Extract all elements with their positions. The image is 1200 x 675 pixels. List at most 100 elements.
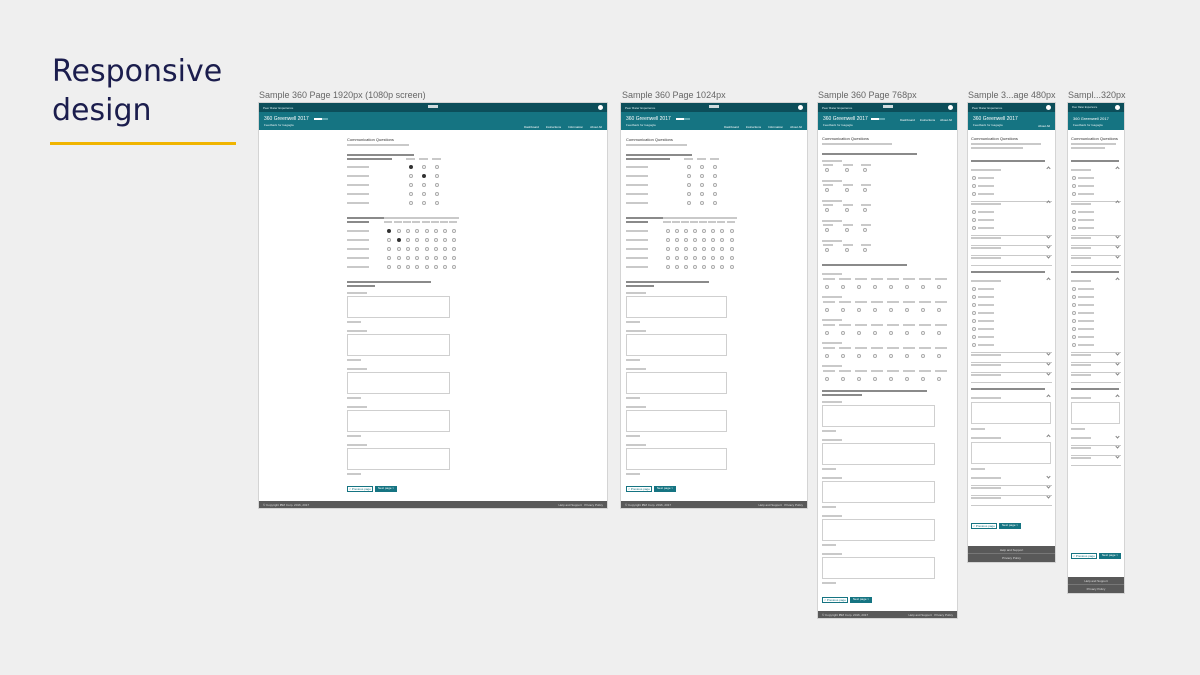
radio-button[interactable] [712,201,717,205]
radio-button[interactable] [825,331,829,335]
radio-button[interactable] [937,285,941,289]
radio-button[interactable] [873,308,877,312]
feedback-textarea[interactable] [822,443,935,465]
radio-button[interactable] [972,319,976,323]
radio-button[interactable] [825,308,829,312]
chevron-down-icon[interactable] [1046,234,1051,239]
nav-instructions[interactable]: Instructions [920,118,935,122]
radio-button[interactable] [972,176,976,180]
radio-button[interactable] [674,265,679,269]
radio-button[interactable] [1072,287,1076,291]
radio-button[interactable] [435,192,440,196]
radio-button[interactable] [825,228,829,232]
radio-button[interactable] [845,168,849,172]
avatar-icon[interactable] [798,105,803,110]
footer-privacy-link[interactable]: Privacy Policy [784,503,803,507]
radio-button[interactable] [692,247,697,251]
radio-button[interactable] [452,265,457,269]
feedback-textarea[interactable] [347,448,451,470]
radio-button[interactable] [905,354,909,358]
radio-button[interactable] [396,256,401,260]
radio-button[interactable] [972,343,976,347]
nav-about[interactable]: About All [790,125,802,129]
radio-button[interactable] [889,354,893,358]
radio-button[interactable] [921,308,925,312]
radio-button[interactable] [433,265,438,269]
nav-instructions[interactable]: Instructions [546,125,561,129]
radio-button[interactable] [665,256,670,260]
radio-button[interactable] [972,327,976,331]
chevron-down-icon[interactable] [1115,244,1120,249]
nav-instructions[interactable]: Instructions [746,125,761,129]
radio-button[interactable] [921,377,925,381]
radio-button[interactable] [699,183,704,187]
radio-button[interactable] [702,265,707,269]
radio-button[interactable] [845,188,849,192]
chevron-down-icon[interactable] [1046,361,1051,366]
radio-button[interactable] [1072,226,1076,230]
next-page-button[interactable]: Next page > [999,523,1021,529]
radio-button[interactable] [443,256,448,260]
radio-button[interactable] [387,265,392,269]
feedback-textarea[interactable] [626,372,728,394]
radio-button[interactable] [674,238,679,242]
radio-button[interactable] [415,247,420,251]
radio-button[interactable] [396,247,401,251]
radio-button[interactable] [686,165,691,169]
radio-button[interactable] [841,285,845,289]
feedback-textarea[interactable] [347,334,451,356]
feedback-textarea[interactable] [626,334,728,356]
chevron-down-icon[interactable] [1115,351,1120,356]
radio-button[interactable] [702,229,707,233]
radio-button[interactable] [408,201,413,205]
radio-button[interactable] [841,331,845,335]
radio-button[interactable] [674,247,679,251]
chevron-up-icon[interactable] [1046,434,1051,439]
radio-button[interactable] [408,192,413,196]
radio-button[interactable] [686,183,691,187]
nav-about[interactable]: About All [590,125,602,129]
radio-button[interactable] [422,183,427,187]
radio-button[interactable] [665,229,670,233]
feedback-textarea[interactable] [626,448,728,470]
footer-privacy-link[interactable]: Privacy Policy [968,554,1055,562]
radio-button[interactable] [435,201,440,205]
radio-button[interactable] [396,238,401,242]
previous-page-button[interactable]: < Previous page [971,523,997,529]
radio-button[interactable] [905,377,909,381]
next-page-button[interactable]: Next page > [850,597,872,603]
radio-button[interactable] [720,265,725,269]
radio-button[interactable] [674,256,679,260]
radio-button[interactable] [937,308,941,312]
radio-button[interactable] [408,183,413,187]
chevron-down-icon[interactable] [1046,484,1051,489]
radio-button[interactable] [443,265,448,269]
radio-button[interactable] [415,229,420,233]
radio-button[interactable] [435,174,440,178]
footer-help-link[interactable]: Help and Support [908,613,931,617]
radio-button[interactable] [665,265,670,269]
radio-button[interactable] [972,311,976,315]
chevron-down-icon[interactable] [1046,351,1051,356]
chevron-up-icon[interactable] [1046,277,1051,282]
radio-button[interactable] [873,331,877,335]
radio-button[interactable] [387,247,392,251]
radio-button[interactable] [1072,295,1076,299]
radio-button[interactable] [435,183,440,187]
next-page-button[interactable]: Next page > [375,486,397,492]
radio-button[interactable] [422,201,427,205]
chevron-up-icon[interactable] [1115,166,1120,171]
radio-button[interactable] [857,308,861,312]
radio-button[interactable] [1072,343,1076,347]
radio-button[interactable] [972,192,976,196]
radio-button[interactable] [415,265,420,269]
radio-button[interactable] [841,308,845,312]
radio-button[interactable] [422,174,427,178]
previous-page-button[interactable]: < Previous page [347,486,373,492]
radio-button[interactable] [857,354,861,358]
radio-button[interactable] [424,229,429,233]
radio-button[interactable] [729,265,734,269]
radio-button[interactable] [857,377,861,381]
radio-button[interactable] [712,183,717,187]
radio-button[interactable] [937,331,941,335]
